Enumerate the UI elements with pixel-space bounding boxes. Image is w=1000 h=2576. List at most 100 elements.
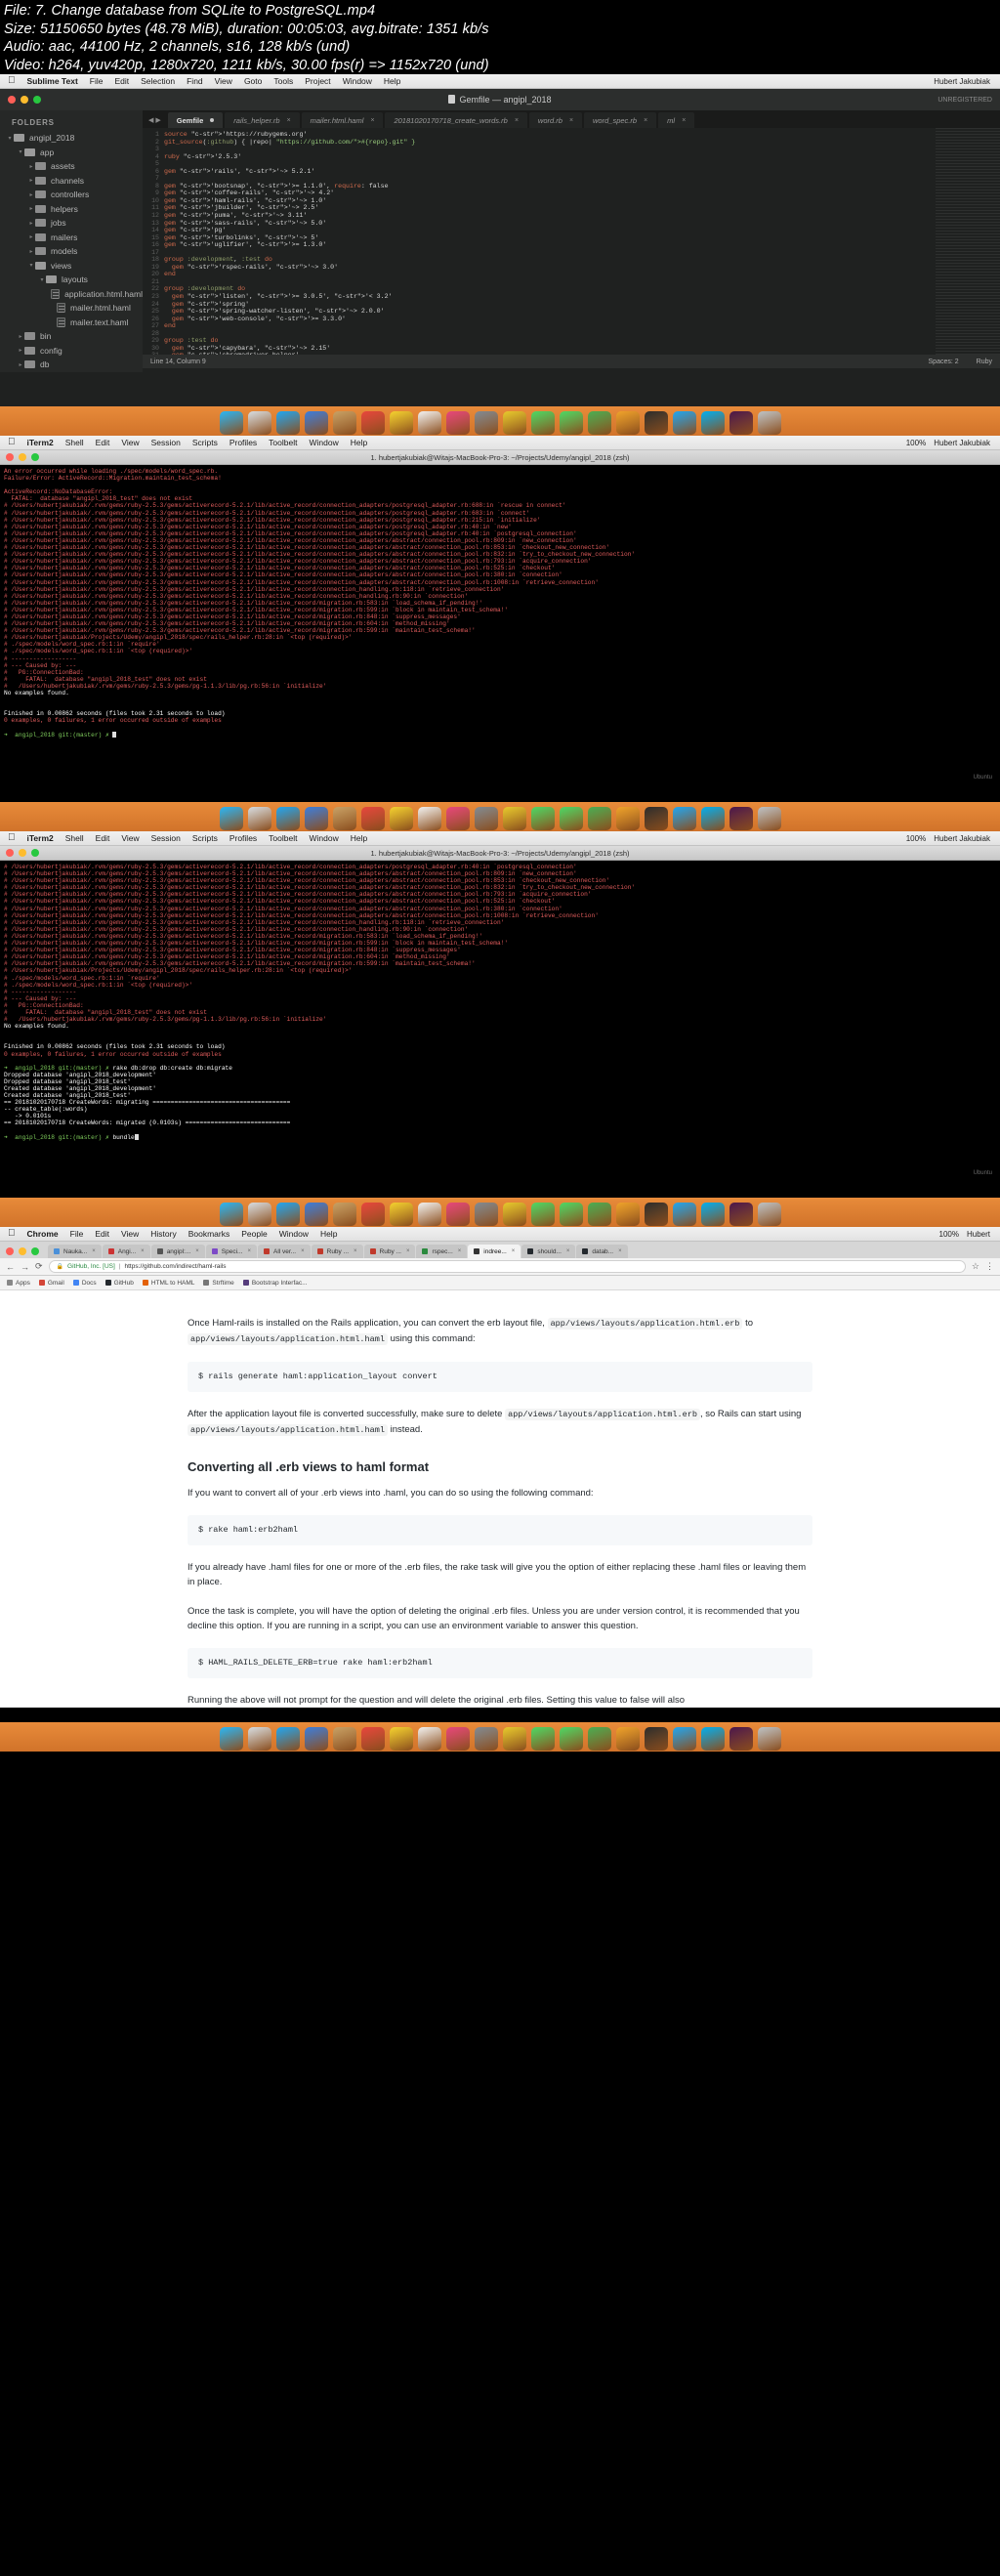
sidebar-tree-item[interactable]: ▸ bin	[0, 329, 143, 344]
menu-view[interactable]: View	[209, 76, 238, 86]
menu-scripts[interactable]: Scripts	[187, 833, 224, 843]
sidebar-tree-item[interactable]: ▸ helpers	[0, 202, 143, 217]
sidebar-tree-item[interactable]: ▾ app	[0, 146, 143, 160]
close-tab-icon[interactable]: ×	[458, 1248, 462, 1254]
iterm1-terminal[interactable]: An error occurred while loading ./spec/m…	[0, 465, 1000, 802]
code-minimap[interactable]	[936, 128, 1000, 355]
chevron-right-icon[interactable]: ▸	[17, 333, 24, 340]
close-window-button[interactable]	[6, 453, 14, 461]
menubar-user[interactable]: Hubert Jakubiak	[930, 439, 994, 447]
finder-icon[interactable]	[219, 1203, 243, 1226]
code-line[interactable]	[164, 330, 1000, 338]
menu-toolbelt[interactable]: Toolbelt	[263, 833, 303, 843]
menu-tools[interactable]: Tools	[268, 76, 299, 86]
code-line[interactable]	[164, 160, 1000, 168]
skype-icon[interactable]	[700, 411, 725, 435]
close-tab-icon[interactable]: ×	[682, 117, 686, 124]
reminders-icon[interactable]	[417, 1203, 441, 1226]
close-window-button[interactable]	[6, 1247, 14, 1255]
close-tab-icon[interactable]: ×	[247, 1248, 251, 1254]
apple-logo-icon[interactable]: 	[6, 1228, 21, 1240]
code-line[interactable]: end	[164, 322, 1000, 330]
code-line[interactable]: gem "c-str">'sass-rails', "c-str">'~> 5.…	[164, 220, 1000, 228]
zoom-window-button[interactable]	[31, 849, 39, 857]
bookmark-item[interactable]: HTML to HAML	[142, 1280, 194, 1287]
system-preferences-icon[interactable]	[474, 807, 498, 830]
macos-dock-1[interactable]	[0, 406, 1000, 436]
code-line[interactable]: gem "c-str">'capybara', "c-str">'~> 2.15…	[164, 345, 1000, 353]
menu-help[interactable]: Help	[345, 438, 373, 447]
chrome-icon[interactable]	[672, 1727, 696, 1751]
slack-icon[interactable]	[729, 411, 753, 435]
close-tab-icon[interactable]: ×	[569, 117, 573, 124]
chevron-down-icon[interactable]: ▾	[38, 276, 46, 283]
menu-iterm2[interactable]: iTerm2	[21, 438, 60, 447]
bookmark-item[interactable]: GitHub	[104, 1280, 134, 1287]
chrome-tabs[interactable]: Nauka... × Angi... × angipl:... × Speci... × All…	[48, 1245, 628, 1258]
mail-icon[interactable]	[304, 807, 328, 830]
tab-nav-arrows-icon[interactable]: ◀▶	[146, 116, 168, 128]
chevron-right-icon[interactable]: ▸	[27, 220, 35, 227]
zoom-window-button[interactable]	[31, 453, 39, 461]
sublime-code-view[interactable]: 1 2 3 4 5 6 7 8 9 10 11 12 13 14 15 16 17 18 19 20 21 22 23 24 2…	[143, 128, 1000, 355]
contacts-icon[interactable]	[332, 411, 356, 435]
menu-selection[interactable]: Selection	[135, 76, 181, 86]
code-line[interactable]: gem "c-str">'puma', "c-str">'~> 3.11'	[164, 212, 1000, 220]
code-line[interactable]: gem "c-str">'rails', "c-str">'~> 5.2.1'	[164, 168, 1000, 176]
sidebar-tree-item[interactable]: ▾ angipl_2018	[0, 131, 143, 146]
chevron-right-icon[interactable]: ▸	[27, 177, 35, 184]
messages-icon[interactable]	[530, 411, 555, 435]
forward-icon[interactable]: →	[21, 1262, 29, 1272]
code-line[interactable]: gem "c-str">'haml-rails', "c-str">'~> 1.…	[164, 197, 1000, 205]
code-line[interactable]: gem "c-str">'listen', "c-str">'>= 3.0.5'…	[164, 293, 1000, 301]
browser-tab[interactable]: angipl:... ×	[150, 1245, 205, 1258]
reminders-icon[interactable]	[417, 411, 441, 435]
menu-shell[interactable]: Shell	[60, 833, 90, 843]
menu-bookmarks[interactable]: Bookmarks	[183, 1229, 236, 1239]
skype-icon[interactable]	[700, 1203, 725, 1226]
terminal-final-prompt[interactable]: ➜ angipl_2018 git:(master) ✗ bundle	[4, 1133, 996, 1141]
sidebar-tree-item[interactable]: ▸lib	[0, 372, 143, 373]
menubar-user[interactable]: Hubert Jakubiak	[930, 77, 994, 86]
notes-icon[interactable]	[389, 1203, 413, 1226]
window-traffic-lights[interactable]	[6, 1247, 39, 1255]
indent-setting[interactable]: Spaces: 2	[929, 359, 959, 365]
calendar-icon[interactable]	[360, 411, 385, 435]
safari-icon[interactable]	[275, 807, 300, 830]
chevron-right-icon[interactable]: ▸	[17, 361, 24, 368]
modified-dot-icon[interactable]	[210, 118, 215, 122]
star-icon[interactable]: ☆	[972, 1261, 979, 1272]
browser-tab[interactable]: should... ×	[521, 1245, 576, 1258]
reminders-icon[interactable]	[417, 807, 441, 830]
maps-icon[interactable]	[587, 807, 611, 830]
photos-icon[interactable]	[502, 807, 526, 830]
menu-window[interactable]: Window	[303, 833, 344, 843]
code-line[interactable]: source "c-str">'https://rubygems.org'	[164, 131, 1000, 139]
reminders-icon[interactable]	[417, 1727, 441, 1751]
calendar-icon[interactable]	[360, 1727, 385, 1751]
chevron-right-icon[interactable]: ▸	[27, 205, 35, 212]
bookmark-item[interactable]: Apps	[7, 1280, 30, 1287]
itunes-icon[interactable]	[445, 1203, 470, 1226]
close-tab-icon[interactable]: ×	[618, 1248, 622, 1254]
code-line[interactable]: gem "c-str">'bootsnap', "c-str">'>= 1.1.…	[164, 183, 1000, 190]
iterm-icon[interactable]	[644, 1203, 668, 1226]
maps-icon[interactable]	[587, 411, 611, 435]
code-block-generate-layout[interactable]: $ rails generate haml:application_layout…	[188, 1362, 812, 1392]
menu-history[interactable]: History	[145, 1229, 182, 1239]
bookmark-item[interactable]: Gmail	[38, 1280, 64, 1287]
slack-icon[interactable]	[729, 1727, 753, 1751]
sublime-icon[interactable]	[615, 807, 640, 830]
slack-icon[interactable]	[729, 807, 753, 830]
terminal-prompt[interactable]: ➜ angipl_2018 git:(master) ✗ rake db:dro…	[4, 1065, 996, 1072]
sublime-sidebar[interactable]: FOLDERS ▾ angipl_2018 ▾ app ▸ assets ▸ channels…	[0, 110, 143, 372]
maps-icon[interactable]	[587, 1727, 611, 1751]
minimize-window-button[interactable]	[19, 849, 26, 857]
close-tab-icon[interactable]: ×	[195, 1248, 199, 1254]
code-line[interactable]: gem "c-str">'coffee-rails', "c-str">'~> …	[164, 190, 1000, 197]
safari-icon[interactable]	[275, 1203, 300, 1226]
messages-icon[interactable]	[530, 1203, 555, 1226]
facetime-icon[interactable]	[559, 1203, 583, 1226]
menu-help[interactable]: Help	[314, 1229, 343, 1239]
sublime-icon[interactable]	[615, 1203, 640, 1226]
